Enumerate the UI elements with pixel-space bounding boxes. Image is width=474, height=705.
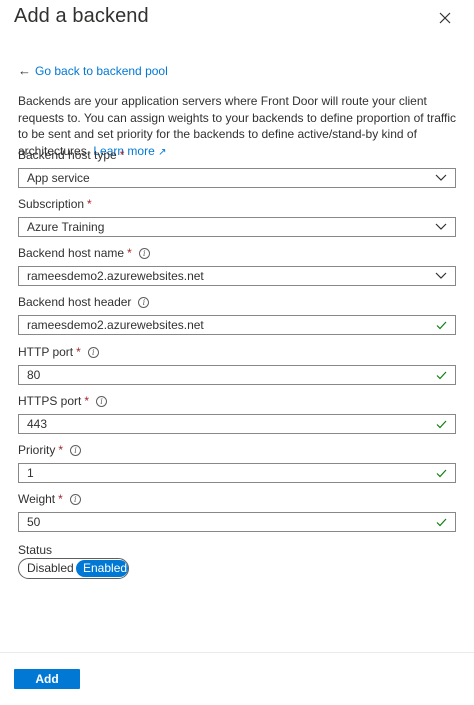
input-value: 1 [27, 466, 34, 480]
weight-input[interactable]: 50 [18, 512, 456, 532]
dropdown-value: rameesdemo2.azurewebsites.net [27, 269, 204, 283]
add-button[interactable]: Add [14, 669, 80, 689]
backend-host-name-label: Backend host name * i [18, 246, 456, 260]
chevron-down-icon [435, 223, 447, 230]
checkmark-icon [436, 371, 447, 379]
label-text: HTTPS port [18, 394, 82, 408]
priority-field: Priority * i 1 [18, 443, 456, 483]
status-enabled-option[interactable]: Enabled [76, 560, 128, 577]
chevron-down-icon [435, 174, 447, 181]
priority-input[interactable]: 1 [18, 463, 456, 483]
priority-label: Priority * i [18, 443, 456, 457]
backend-host-header-input[interactable]: rameesdemo2.azurewebsites.net [18, 315, 456, 335]
dropdown-value: Azure Training [27, 220, 105, 234]
checkmark-icon [436, 469, 447, 477]
http-port-label: HTTP port * i [18, 345, 456, 359]
required-marker: * [87, 197, 92, 211]
info-icon[interactable]: i [138, 247, 150, 259]
subscription-label: Subscription * [18, 197, 456, 211]
footer-divider [0, 652, 474, 653]
weight-field: Weight * i 50 [18, 492, 456, 532]
status-disabled-option[interactable]: Disabled [20, 560, 76, 577]
checkmark-icon [436, 321, 447, 329]
backend-host-type-dropdown[interactable]: App service [18, 168, 456, 188]
info-icon[interactable]: i [69, 493, 81, 505]
back-to-backend-pool-link[interactable]: ← Go back to backend pool [18, 63, 168, 78]
input-value: 80 [27, 368, 41, 382]
status-label: Status [18, 543, 53, 557]
label-text: Backend host name [18, 246, 125, 260]
backend-host-type-label: Backend host type * [18, 148, 456, 162]
http-port-input[interactable]: 80 [18, 365, 456, 385]
required-marker: * [119, 148, 125, 162]
page-title: Add a backend [14, 5, 149, 27]
https-port-input[interactable]: 443 [18, 414, 456, 434]
status-toggle[interactable]: Disabled Enabled [18, 558, 129, 579]
backend-host-name-field: Backend host name * i rameesdemo2.azureweb… [18, 246, 456, 286]
input-value: rameesdemo2.azurewebsites.net [27, 318, 204, 332]
input-value: 50 [27, 515, 41, 529]
checkmark-icon [436, 420, 447, 428]
http-port-field: HTTP port * i 80 [18, 345, 456, 385]
label-text: Weight [18, 492, 56, 506]
subscription-field: Subscription * Azure Training [18, 197, 456, 237]
backend-host-header-field: Backend host header i rameesdemo2.azurewe… [18, 295, 456, 335]
input-value: 443 [27, 417, 48, 431]
weight-label: Weight * i [18, 492, 456, 506]
label-text: Subscription [18, 197, 85, 211]
required-marker: * [58, 492, 63, 506]
label-text: Backend host header [18, 295, 132, 309]
arrow-left-icon: ← [18, 63, 31, 78]
backend-host-type-field: Backend host type * App service [18, 148, 456, 188]
info-icon[interactable]: i [70, 444, 82, 456]
back-link-label: Go back to backend pool [35, 63, 168, 78]
backend-host-name-dropdown[interactable]: rameesdemo2.azurewebsites.net [18, 266, 456, 286]
label-text: HTTP port [18, 345, 74, 359]
close-icon[interactable] [437, 10, 453, 26]
chevron-down-icon [435, 272, 447, 279]
label-text: Priority [18, 443, 56, 457]
info-icon[interactable]: i [87, 346, 99, 358]
required-marker: * [127, 246, 132, 260]
required-marker: * [76, 345, 81, 359]
https-port-field: HTTPS port * i 443 [18, 394, 456, 434]
required-marker: * [58, 443, 64, 457]
subscription-dropdown[interactable]: Azure Training [18, 217, 456, 237]
info-icon[interactable]: i [138, 296, 150, 308]
backend-host-header-label: Backend host header i [18, 295, 456, 309]
info-icon[interactable]: i [96, 395, 108, 407]
required-marker: * [84, 394, 90, 408]
checkmark-icon [436, 518, 447, 526]
https-port-label: HTTPS port * i [18, 394, 456, 408]
dropdown-value: App service [27, 171, 90, 185]
label-text: Backend host type [18, 148, 117, 162]
